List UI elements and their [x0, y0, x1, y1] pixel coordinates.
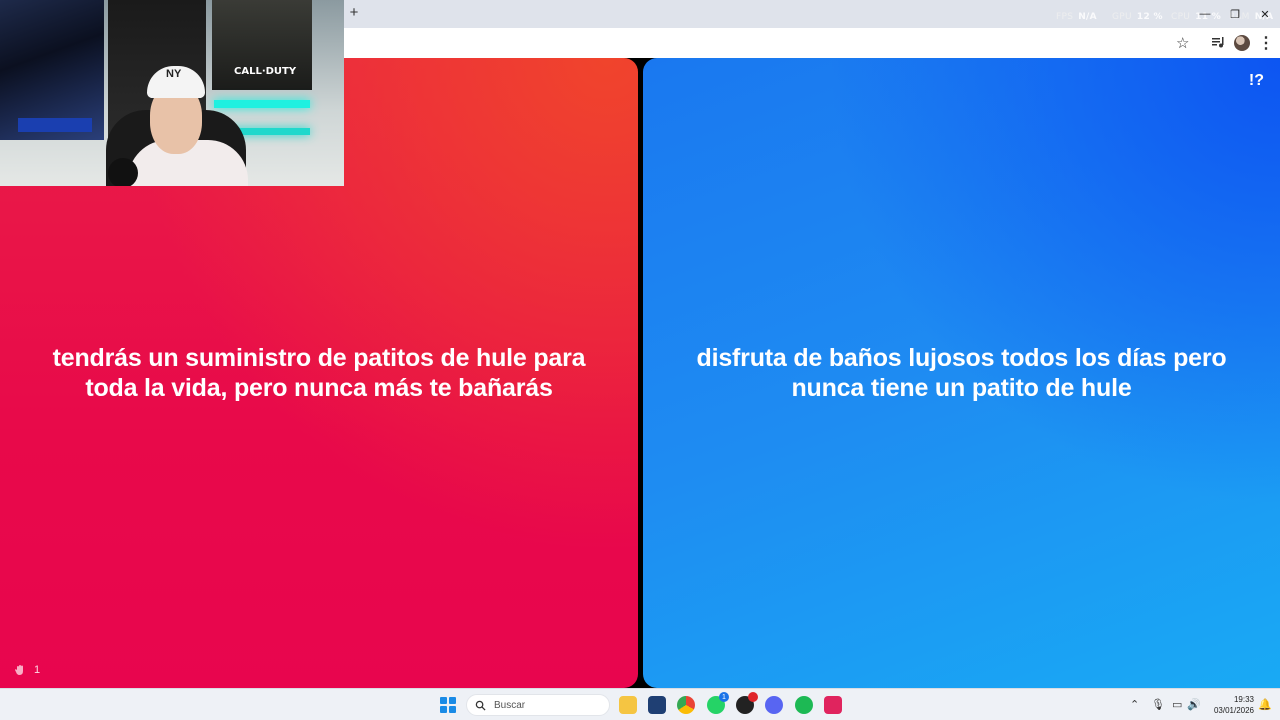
gpu-readout: GPU 12 %: [1112, 12, 1163, 22]
fps-key: FPS: [1056, 12, 1074, 22]
help-button[interactable]: !?: [1249, 72, 1264, 90]
option-left-text: tendrás un suministro de patitos de hule…: [52, 344, 586, 402]
taskbar: Buscar 1 ⌃ 🎙 ▭ 🔊 19:33 03/01/2026 🔔: [0, 688, 1280, 720]
discord-icon[interactable]: [765, 696, 783, 714]
webcam-overlay: CALL·DUTY NY: [0, 0, 344, 186]
cap-logo: NY: [166, 68, 182, 80]
gpu-value: 12 %: [1136, 12, 1163, 22]
spotify-icon[interactable]: [795, 696, 813, 714]
clock[interactable]: 19:33 03/01/2026: [1206, 694, 1254, 716]
chevron-up-icon[interactable]: ⌃: [1130, 698, 1139, 711]
file-explorer-icon[interactable]: [619, 696, 637, 714]
minimize-button[interactable]: —: [1190, 0, 1220, 28]
obs-icon[interactable]: [736, 692, 758, 714]
taskbar-search[interactable]: Buscar: [466, 694, 610, 716]
game-poster-title: CALL·DUTY: [234, 66, 297, 77]
app-icon[interactable]: [824, 696, 842, 714]
clock-date: 03/01/2026: [1213, 706, 1254, 715]
network-icon[interactable]: ▭: [1172, 698, 1182, 711]
fps-readout: FPS N/A: [1056, 12, 1097, 22]
gpu-key: GPU: [1112, 12, 1132, 22]
vote-counter: 1: [14, 664, 40, 676]
media-control-icon[interactable]: [1210, 34, 1226, 50]
window-controls: — ❐ ✕: [1190, 0, 1280, 28]
option-right-card[interactable]: disfruta de baños lujosos todos los días…: [643, 58, 1280, 688]
option-right-text: disfruta de baños lujosos todos los días…: [696, 344, 1227, 402]
notification-dot: [748, 692, 758, 702]
whatsapp-icon[interactable]: 1: [707, 692, 729, 714]
vote-count: 1: [34, 664, 41, 676]
notification-icon[interactable]: 🔔: [1258, 698, 1272, 711]
windows-start-icon[interactable]: [440, 697, 456, 713]
led-shelf: [214, 100, 310, 108]
hand-icon: [15, 665, 23, 675]
chrome-icon[interactable]: [677, 696, 695, 714]
whatsapp-badge: 1: [719, 692, 729, 702]
search-icon: [475, 700, 486, 711]
profile-avatar[interactable]: [1234, 35, 1250, 51]
microphone: [108, 158, 138, 186]
store-icon[interactable]: [648, 696, 666, 714]
search-placeholder: Buscar: [494, 699, 526, 711]
menu-kebab-icon[interactable]: ⋮: [1258, 33, 1274, 53]
bookmark-star-icon[interactable]: ☆: [1176, 34, 1189, 52]
close-button[interactable]: ✕: [1250, 0, 1280, 28]
new-tab-button[interactable]: +: [346, 5, 362, 21]
cpu-key: CPU: [1171, 12, 1191, 22]
clock-time: 19:33: [1233, 695, 1254, 704]
volume-icon[interactable]: 🔊: [1187, 698, 1201, 711]
microphone-icon[interactable]: 🎙: [1151, 698, 1165, 711]
maximize-button[interactable]: ❐: [1220, 0, 1250, 28]
fps-value: N/A: [1078, 12, 1097, 22]
anime-poster-label: [18, 118, 92, 132]
